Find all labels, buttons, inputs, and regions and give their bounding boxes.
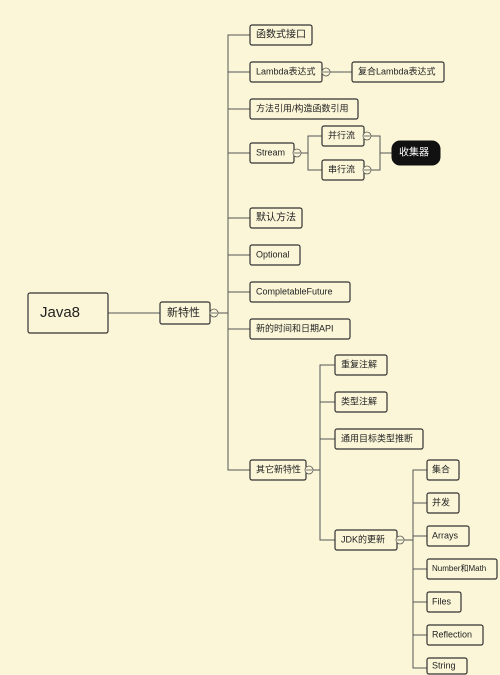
mindmap-canvas: Java8 新特性 函数式接口 Lambda表达式 方法引用/构造函数引用 St… xyxy=(0,0,500,675)
node-mref[interactable]: 方法引用/构造函数引用 xyxy=(250,99,358,119)
node-other-label: 其它新特性 xyxy=(256,463,301,474)
node-lambda-label: Lambda表达式 xyxy=(256,65,316,76)
node-collections-label: 集合 xyxy=(432,463,450,474)
node-arrays[interactable]: Arrays xyxy=(427,526,469,546)
node-stream[interactable]: Stream xyxy=(250,143,301,163)
link xyxy=(218,72,250,313)
node-files-label: Files xyxy=(432,596,452,606)
node-generic-infer-label: 通用目标类型推断 xyxy=(341,432,413,443)
node-serial[interactable]: 串行流 xyxy=(322,160,371,180)
node-type-anno[interactable]: 类型注解 xyxy=(335,392,387,412)
node-compound-lambda[interactable]: 复合Lambda表达式 xyxy=(352,62,444,82)
node-reflection[interactable]: Reflection xyxy=(427,625,483,645)
node-string-label: String xyxy=(432,660,456,670)
node-concurrent[interactable]: 并发 xyxy=(427,493,459,513)
link xyxy=(403,540,427,635)
node-generic-infer[interactable]: 通用目标类型推断 xyxy=(335,429,423,449)
node-number-math-label: Number和Math xyxy=(432,564,486,573)
node-arrays-label: Arrays xyxy=(432,530,459,540)
node-lambda[interactable]: Lambda表达式 xyxy=(250,62,330,82)
node-fi[interactable]: 函数式接口 xyxy=(250,25,312,45)
node-features[interactable]: 新特性 xyxy=(160,302,218,324)
node-collector[interactable]: 收集器 xyxy=(392,141,440,165)
node-date[interactable]: 新的时间和日期API xyxy=(250,319,350,339)
link xyxy=(310,439,335,470)
node-reflection-label: Reflection xyxy=(432,629,472,639)
node-number-math[interactable]: Number和Math xyxy=(427,559,497,579)
link xyxy=(403,540,427,668)
node-root[interactable]: Java8 xyxy=(28,293,108,333)
link xyxy=(403,540,427,602)
link xyxy=(403,540,427,569)
link xyxy=(218,255,250,313)
node-concurrent-label: 并发 xyxy=(432,496,450,507)
node-string[interactable]: String xyxy=(427,658,467,674)
node-other[interactable]: 其它新特性 xyxy=(250,460,313,480)
node-type-anno-label: 类型注解 xyxy=(341,395,377,406)
link xyxy=(310,365,335,470)
node-optional-label: Optional xyxy=(256,249,290,259)
link xyxy=(218,218,250,313)
node-stream-label: Stream xyxy=(256,147,285,157)
link xyxy=(218,292,250,313)
node-default[interactable]: 默认方法 xyxy=(250,208,302,228)
node-mref-label: 方法引用/构造函数引用 xyxy=(256,102,349,113)
link xyxy=(310,470,335,540)
node-optional[interactable]: Optional xyxy=(250,245,300,265)
link xyxy=(403,503,427,540)
link xyxy=(218,313,250,329)
node-repeat-anno[interactable]: 重复注解 xyxy=(335,355,387,375)
node-parallel[interactable]: 并行流 xyxy=(322,126,371,146)
node-fi-label: 函数式接口 xyxy=(256,28,306,41)
link xyxy=(218,109,250,313)
link xyxy=(298,136,322,153)
link xyxy=(310,402,335,470)
link xyxy=(218,153,250,313)
link xyxy=(298,153,322,170)
node-features-label: 新特性 xyxy=(167,305,200,319)
link xyxy=(218,35,250,313)
link xyxy=(403,470,427,540)
node-default-label: 默认方法 xyxy=(256,211,296,224)
node-collector-label: 收集器 xyxy=(399,146,429,159)
node-jdk-label: JDK的更新 xyxy=(341,533,385,544)
node-repeat-anno-label: 重复注解 xyxy=(341,358,377,369)
node-compound-lambda-label: 复合Lambda表达式 xyxy=(358,65,436,76)
node-collections[interactable]: 集合 xyxy=(427,460,459,480)
node-parallel-label: 并行流 xyxy=(328,129,355,140)
link xyxy=(403,536,427,540)
node-date-label: 新的时间和日期API xyxy=(256,322,334,333)
node-serial-label: 串行流 xyxy=(328,163,355,174)
node-cf[interactable]: CompletableFuture xyxy=(250,282,350,302)
node-jdk[interactable]: JDK的更新 xyxy=(335,530,404,550)
node-files[interactable]: Files xyxy=(427,592,461,612)
link xyxy=(218,313,250,470)
node-root-label: Java8 xyxy=(40,304,80,321)
node-cf-label: CompletableFuture xyxy=(256,286,333,296)
